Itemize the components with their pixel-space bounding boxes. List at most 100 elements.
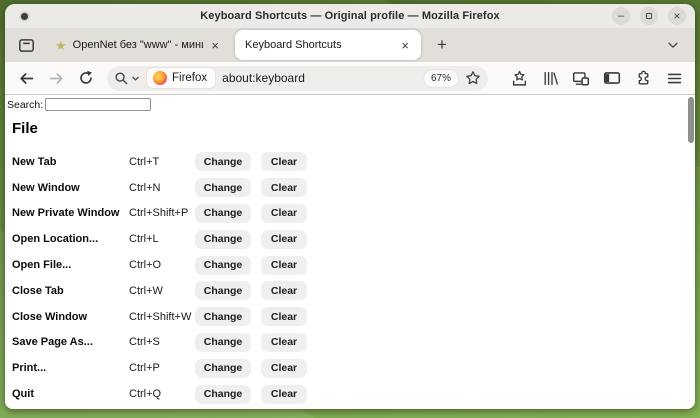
shortcut-keys: Ctrl+Shift+W (129, 311, 195, 323)
change-button[interactable]: Change (195, 178, 251, 197)
shortcut-keys: Ctrl+N (129, 182, 195, 194)
change-button[interactable]: Change (195, 359, 251, 378)
tab-opennet[interactable]: ★ OpenNet без "www" - минима × (49, 38, 227, 53)
sidebar-button[interactable] (599, 65, 625, 91)
search-engine-chip[interactable]: Firefox (147, 68, 215, 88)
search-input[interactable] (45, 98, 151, 111)
search-icon (114, 71, 129, 86)
synced-devices-button[interactable] (568, 65, 594, 91)
shortcut-keys: Ctrl+L (129, 233, 195, 245)
url-text: about:keyboard (222, 71, 305, 85)
shortcut-keys: Ctrl+Q (129, 388, 195, 400)
clear-button[interactable]: Clear (261, 178, 307, 197)
search-row: Search: (5, 95, 695, 111)
change-button[interactable]: Change (195, 256, 251, 275)
search-mode-button[interactable] (114, 71, 140, 86)
minimize-button[interactable]: – (612, 7, 630, 25)
list-all-tabs-chevron-icon (666, 38, 680, 52)
minimize-icon: – (618, 11, 624, 22)
app-dot-icon (21, 13, 28, 20)
extensions-puzzle-icon (635, 70, 652, 87)
close-icon: × (673, 10, 680, 22)
shortcut-name: Quit (12, 388, 129, 400)
shortcut-keys: Ctrl+P (129, 362, 195, 374)
bookmarks-menu-button[interactable] (506, 65, 532, 91)
shortcut-keys: Ctrl+T (129, 156, 195, 168)
shortcut-name: Print... (12, 362, 129, 374)
shortcut-keys: Ctrl+O (129, 259, 195, 271)
maximize-button[interactable] (640, 7, 658, 25)
shortcut-row: Print... Ctrl+P Change Clear (5, 355, 695, 381)
shortcut-name: Close Window (12, 311, 129, 323)
titlebar: Keyboard Shortcuts — Original profile — … (5, 4, 695, 28)
shortcut-name: Open File... (12, 259, 129, 271)
library-button[interactable] (537, 65, 563, 91)
bookmark-page-button[interactable] (465, 70, 481, 86)
shortcut-row: New Window Ctrl+N Change Clear (5, 175, 695, 201)
tab-close-icon[interactable]: × (399, 38, 411, 53)
firefox-view-icon (18, 37, 35, 54)
shortcut-row: New Private Window Ctrl+Shift+P Change C… (5, 201, 695, 227)
app-menu-button[interactable] (661, 65, 687, 91)
chevron-down-icon (131, 74, 140, 83)
library-icon (542, 70, 559, 87)
scrollbar-thumb[interactable] (688, 97, 694, 143)
tab-keyboard-shortcuts[interactable]: Keyboard Shortcuts × (235, 30, 421, 60)
shortcut-row: New Tab Ctrl+T Change Clear (5, 149, 695, 175)
clear-button[interactable]: Clear (261, 359, 307, 378)
zoom-level-indicator[interactable]: 67% (424, 70, 458, 87)
tab-close-icon[interactable]: × (209, 38, 221, 53)
clear-button[interactable]: Clear (261, 333, 307, 352)
firefox-logo-icon (153, 71, 167, 85)
clear-button[interactable]: Clear (261, 385, 307, 404)
new-tab-button[interactable]: + (429, 32, 455, 58)
clear-button[interactable]: Clear (261, 281, 307, 300)
shortcut-row: Save Page As... Ctrl+S Change Clear (5, 330, 695, 356)
change-button[interactable]: Change (195, 152, 251, 171)
reload-icon (78, 70, 94, 86)
sidebar-icon (603, 69, 621, 87)
change-button[interactable]: Change (195, 230, 251, 249)
list-all-tabs-button[interactable] (661, 33, 685, 57)
shortcut-row: Close Tab Ctrl+W Change Clear (5, 278, 695, 304)
page-content: Search: File New Tab Ctrl+T Change Clear… (5, 95, 695, 409)
search-label: Search: (7, 99, 43, 111)
url-bar[interactable]: Firefox about:keyboard 67% (107, 66, 488, 91)
shortcut-keys: Ctrl+S (129, 336, 195, 348)
back-icon (18, 70, 35, 87)
change-button[interactable]: Change (195, 333, 251, 352)
new-tab-icon: + (437, 35, 447, 55)
star-favicon: ★ (55, 39, 67, 52)
forward-icon (48, 70, 65, 87)
change-button[interactable]: Change (195, 281, 251, 300)
close-button[interactable]: × (668, 7, 686, 25)
back-button[interactable] (13, 65, 39, 91)
maximize-icon (646, 13, 652, 19)
change-button[interactable]: Change (195, 385, 251, 404)
toolbar-buttons (506, 65, 687, 91)
shortcut-row: Open File... Ctrl+O Change Clear (5, 252, 695, 278)
change-button[interactable]: Change (195, 204, 251, 223)
clear-button[interactable]: Clear (261, 307, 307, 326)
shortcut-name: Open Location... (12, 233, 129, 245)
reload-button[interactable] (73, 65, 99, 91)
shortcut-keys: Ctrl+W (129, 285, 195, 297)
firefox-view-button[interactable] (13, 32, 39, 58)
clear-button[interactable]: Clear (261, 230, 307, 249)
extensions-button[interactable] (630, 65, 656, 91)
clear-button[interactable]: Clear (261, 152, 307, 171)
bookmark-star-icon (465, 70, 481, 86)
shortcut-row: Close Window Ctrl+Shift+W Change Clear (5, 304, 695, 330)
engine-label: Firefox (172, 72, 207, 84)
navigation-toolbar: Firefox about:keyboard 67% (5, 62, 695, 95)
change-button[interactable]: Change (195, 307, 251, 326)
section-title: File (12, 120, 695, 137)
shortcut-name: Save Page As... (12, 336, 129, 348)
shortcut-row: Open Location... Ctrl+L Change Clear (5, 226, 695, 252)
clear-button[interactable]: Clear (261, 204, 307, 223)
clear-button[interactable]: Clear (261, 256, 307, 275)
shortcut-name: New Tab (12, 156, 129, 168)
window-title: Keyboard Shortcuts — Original profile — … (200, 10, 499, 22)
firefox-window: Keyboard Shortcuts — Original profile — … (5, 4, 695, 409)
forward-button[interactable] (43, 65, 69, 91)
